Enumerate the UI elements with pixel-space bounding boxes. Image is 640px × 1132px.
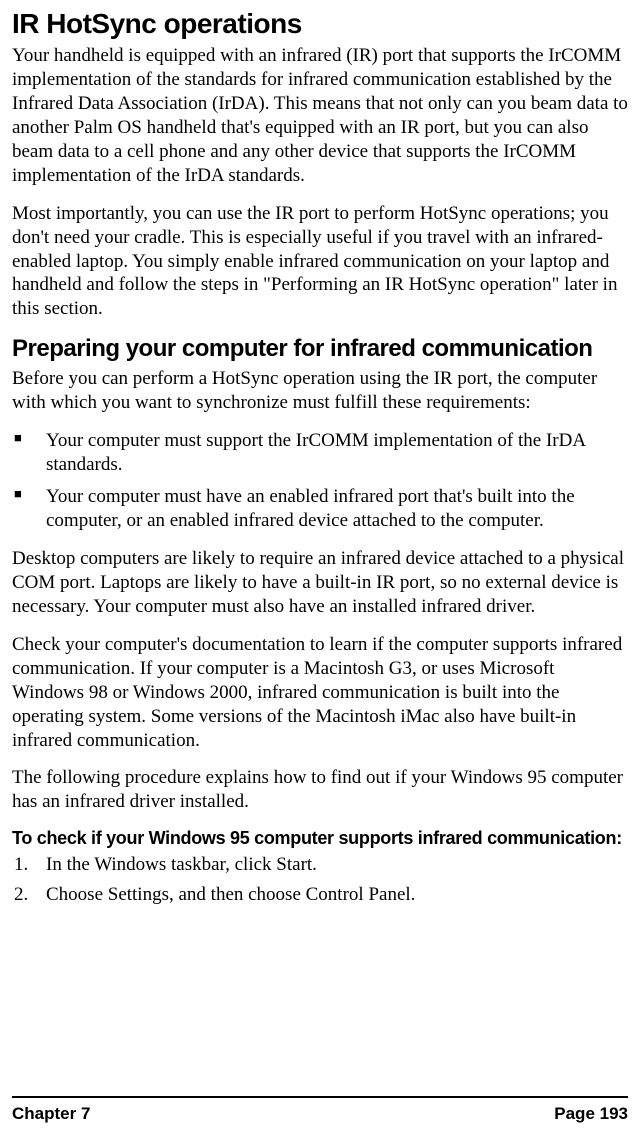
body-paragraph: The following procedure explains how to … <box>12 766 628 814</box>
page-number: Page 193 <box>554 1104 628 1124</box>
body-paragraph: Most importantly, you can use the IR por… <box>12 202 628 322</box>
chapter-label: Chapter 7 <box>12 1104 90 1124</box>
step-item: Choose Settings, and then choose Control… <box>12 883 628 907</box>
bullet-list: Your computer must support the IrCOMM im… <box>12 429 628 533</box>
step-item: In the Windows taskbar, click Start. <box>12 853 628 877</box>
body-paragraph: Desktop computers are likely to require … <box>12 547 628 619</box>
numbered-list: In the Windows taskbar, click Start. Cho… <box>12 853 628 907</box>
bullet-item: Your computer must support the IrCOMM im… <box>12 429 628 477</box>
procedure-heading: To check if your Windows 95 computer sup… <box>12 828 628 849</box>
bullet-item: Your computer must have an enabled infra… <box>12 485 628 533</box>
page-footer: Chapter 7 Page 193 <box>12 1096 628 1124</box>
body-paragraph: Before you can perform a HotSync operati… <box>12 367 628 415</box>
section-heading: IR HotSync operations <box>12 8 628 40</box>
subsection-heading: Preparing your computer for infrared com… <box>12 335 628 363</box>
body-paragraph: Check your computer's documentation to l… <box>12 633 628 753</box>
body-paragraph: Your handheld is equipped with an infrar… <box>12 44 628 188</box>
